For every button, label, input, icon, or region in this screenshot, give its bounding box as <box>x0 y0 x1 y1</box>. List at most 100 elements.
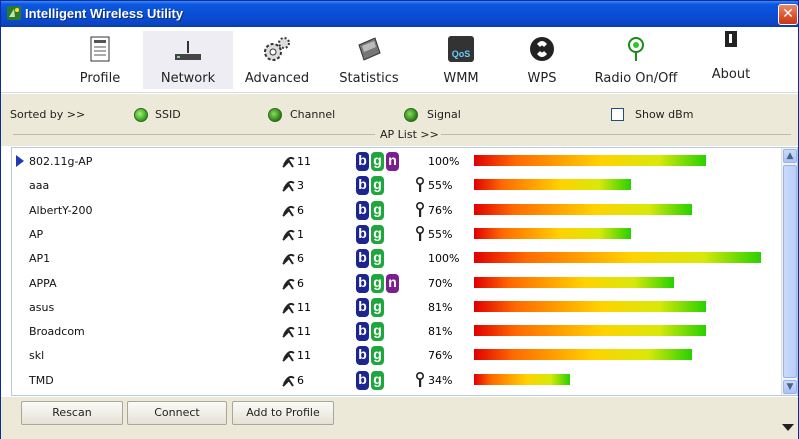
ap-row[interactable]: asus 11 b g 81% <box>12 295 783 319</box>
sort-ssid-label[interactable]: SSID <box>155 108 181 121</box>
action-bar: Rescan Connect Add to Profile <box>1 397 798 439</box>
ap-channel: 6 <box>297 373 304 387</box>
channel-icon <box>282 278 295 290</box>
mode-g-badge: g <box>371 273 384 293</box>
profile-icon <box>90 36 110 62</box>
signal-strength-bar <box>474 373 570 385</box>
ap-ssid: Broadcom <box>29 325 85 339</box>
show-dbm-label[interactable]: Show dBm <box>635 108 693 121</box>
ap-ssid: aaa <box>29 179 50 193</box>
ap-channel: 11 <box>297 300 311 314</box>
ap-signal-percent: 81% <box>428 325 453 339</box>
mode-g-badge: g <box>371 322 384 342</box>
scroll-up-button[interactable]: ▲ <box>783 149 797 163</box>
sort-ssid-radio[interactable] <box>134 108 148 122</box>
lock-icon <box>416 371 424 387</box>
ap-ssid: APPA <box>29 276 57 290</box>
mode-b-badge: b <box>356 152 369 171</box>
toolbar-wmm-label: WMM <box>443 71 479 86</box>
ap-signal-percent: 76% <box>428 349 453 363</box>
sorted-by-label: Sorted by >> <box>10 108 86 121</box>
show-dbm-checkbox[interactable] <box>611 108 624 121</box>
toolbar-statistics-label: Statistics <box>339 71 399 86</box>
ap-ssid: asus <box>29 300 55 314</box>
mode-g-badge: g <box>371 249 384 269</box>
sort-signal-label[interactable]: Signal <box>427 108 461 121</box>
add-to-profile-button[interactable]: Add to Profile <box>232 401 334 425</box>
ap-signal-percent: 55% <box>428 179 453 193</box>
sort-channel-radio[interactable] <box>268 108 282 122</box>
main-toolbar: Profile Network Advanced Statistics QoS … <box>1 27 798 93</box>
wmm-qos-icon: QoS <box>448 36 474 62</box>
wps-icon <box>530 37 554 61</box>
toolbar-radio[interactable]: Radio On/Off <box>586 31 686 89</box>
sort-signal-radio[interactable] <box>404 108 418 122</box>
channel-icon <box>282 375 295 387</box>
mode-b-badge: b <box>356 346 369 366</box>
advanced-gear-icon <box>264 37 290 61</box>
mode-n-badge: n <box>386 273 399 293</box>
mode-g-badge: g <box>371 370 384 390</box>
mode-b-badge: b <box>356 200 369 220</box>
connect-button[interactable]: Connect <box>127 401 227 425</box>
signal-strength-bar <box>474 252 761 264</box>
mode-b-badge: b <box>356 297 369 317</box>
sort-channel-label[interactable]: Channel <box>290 108 335 121</box>
channel-icon <box>282 326 295 338</box>
about-icon <box>725 31 737 47</box>
mode-b-badge: b <box>356 176 369 196</box>
ap-row[interactable]: APPA 6 b g n 70% <box>12 271 783 295</box>
ap-list[interactable]: TMD 6 b g 34% skl 11 b g 76% Broadcom 11 b g 81% asus 11… <box>11 147 798 396</box>
lock-icon <box>416 177 424 193</box>
ap-channel: 6 <box>297 276 304 290</box>
signal-strength-bar <box>474 227 631 239</box>
list-scrollbar[interactable]: ▲ ▼ <box>781 148 797 395</box>
ap-channel: 6 <box>297 252 304 266</box>
ap-channel: 11 <box>297 349 311 363</box>
ap-ssid: TMD <box>29 373 54 387</box>
title-bar[interactable]: Intelligent Wireless Utility ✕ <box>1 1 798 27</box>
mode-b-badge: b <box>356 249 369 269</box>
ap-row[interactable]: TMD 6 b g 34% <box>12 368 783 392</box>
ap-channel: 6 <box>297 203 304 217</box>
toolbar-network[interactable]: Network <box>143 31 233 89</box>
mode-n-badge: n <box>386 152 399 171</box>
sort-bar: Sorted by >> SSID Channel Signal Show dB… <box>1 94 798 146</box>
close-button[interactable]: ✕ <box>778 4 798 25</box>
mode-b-badge: b <box>356 322 369 342</box>
mode-g-badge: g <box>371 224 384 244</box>
toolbar-wmm[interactable]: QoS WMM <box>431 31 491 89</box>
scroll-thumb[interactable] <box>783 165 797 378</box>
ap-signal-percent: 76% <box>428 203 453 217</box>
ap-row[interactable]: skl 11 b g 76% <box>12 343 783 367</box>
mode-b-badge: b <box>356 273 369 293</box>
mode-g-badge: g <box>371 297 384 317</box>
toolbar-wps[interactable]: WPS <box>514 31 570 89</box>
ap-row[interactable]: AlbertY-200 6 b g 76% <box>12 198 783 222</box>
ap-signal-percent: 70% <box>428 276 453 290</box>
lock-icon <box>416 225 424 241</box>
toolbar-about[interactable]: About <box>701 31 761 89</box>
ap-ssid: AP1 <box>29 252 51 266</box>
rescan-button[interactable]: Rescan <box>21 401 123 425</box>
signal-strength-bar <box>474 203 692 215</box>
channel-icon <box>282 205 295 217</box>
ap-row[interactable]: 802.11g-AP 11 b g n 100% <box>12 149 783 173</box>
ap-row[interactable]: Broadcom 11 b g 81% <box>12 319 783 343</box>
scroll-down-button[interactable]: ▼ <box>783 380 797 394</box>
channel-icon <box>282 254 295 265</box>
toolbar-statistics[interactable]: Statistics <box>329 31 409 89</box>
toolbar-profile[interactable]: Profile <box>69 31 131 89</box>
ap-row[interactable]: AP 1 b g 55% <box>12 222 783 246</box>
toolbar-advanced[interactable]: Advanced <box>239 31 315 89</box>
mode-g-badge: g <box>371 176 384 196</box>
expand-arrow-icon[interactable] <box>782 424 794 431</box>
ap-row[interactable]: aaa 3 b g 55% <box>12 173 783 197</box>
channel-icon <box>282 351 295 363</box>
ap-list-title: AP List >> <box>380 128 439 141</box>
window-title: Intelligent Wireless Utility <box>25 6 184 21</box>
mode-b-badge: b <box>356 224 369 244</box>
ap-row[interactable]: AP1 6 b g 100% <box>12 246 783 270</box>
toolbar-advanced-label: Advanced <box>244 71 310 86</box>
signal-strength-bar <box>474 155 706 166</box>
